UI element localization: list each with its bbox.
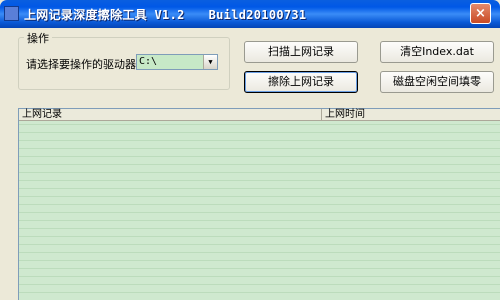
drive-select-label: 请选择要操作的驱动器： — [26, 58, 147, 71]
records-list[interactable]: 上网记录 上网时间 — [18, 108, 500, 300]
column-header-time[interactable]: 上网时间 — [322, 109, 500, 121]
app-icon — [4, 6, 19, 21]
chevron-down-icon[interactable]: ▼ — [203, 55, 217, 69]
fill-free-space-button[interactable]: 磁盘空闲空间填零 — [380, 71, 494, 93]
column-header-record[interactable]: 上网记录 — [19, 109, 322, 121]
close-icon: × — [475, 6, 486, 21]
window-title: 上网记录深度擦除工具 V1.2 Build20100731 — [24, 6, 306, 23]
erase-records-button[interactable]: 擦除上网记录 — [244, 71, 358, 93]
title-bar[interactable]: 上网记录深度擦除工具 V1.2 Build20100731 × — [0, 0, 500, 28]
main-window: 上网记录深度擦除工具 V1.2 Build20100731 × 操作 请选择要操作… — [0, 0, 500, 300]
list-header: 上网记录 上网时间 — [19, 109, 500, 121]
scan-records-button[interactable]: 扫描上网记录 — [244, 41, 358, 63]
build-label: Build20100731 — [208, 8, 307, 22]
operation-group-legend: 操作 — [24, 30, 52, 46]
title-label: 上网记录深度擦除工具 V1.2 — [24, 8, 185, 22]
clear-index-button[interactable]: 清空Index.dat — [380, 41, 494, 63]
drive-select-value: C:\ — [139, 56, 158, 67]
drive-select[interactable]: C:\ ▼ — [136, 54, 218, 70]
close-button[interactable]: × — [470, 3, 491, 24]
